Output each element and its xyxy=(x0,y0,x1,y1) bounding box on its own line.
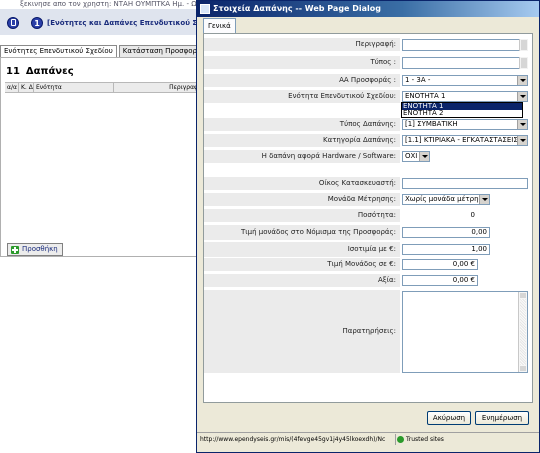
row-description: Περιγραφή: xyxy=(204,38,532,51)
chevron-down-icon[interactable] xyxy=(517,92,527,101)
unit-price-eur-value: 0,00 € xyxy=(402,259,478,270)
update-button[interactable]: Ενημέρωση xyxy=(475,411,529,425)
add-icon xyxy=(11,246,19,254)
unit-price-currency-label: Τιμή μονάδος στο Νόμισμα της Προσφοράς: xyxy=(204,225,400,240)
unit-value: Χωρίς μονάδα μέτρησης xyxy=(405,195,490,203)
row-value: Αξία: 0,00 € xyxy=(204,274,532,287)
offer-no-label: ΑΑ Προσφοράς : xyxy=(204,74,400,87)
chevron-down-icon[interactable] xyxy=(419,152,429,161)
dialog-title-bar[interactable]: Στοιχεία Δαπάνης -- Web Page Dialog xyxy=(197,1,539,17)
section-select[interactable]: ΕΝΟΤΗΤΑ 1 xyxy=(402,91,528,102)
type-field[interactable] xyxy=(402,57,528,69)
row-expense-type: Τύπος Δαπάνης: [1] ΣΥΜΒΑΤΙΚΗ xyxy=(204,118,532,131)
col-section[interactable]: Ενότητα xyxy=(34,83,114,92)
expense-type-value: [1] ΣΥΜΒΑΤΙΚΗ xyxy=(405,120,458,128)
offer-no-value: 1 - 3A - xyxy=(405,76,431,84)
hw-sw-label: Η δαπάνη αφορά Hardware / Software: xyxy=(204,150,400,163)
row-remarks: Παρατηρήσεις: xyxy=(204,290,532,373)
unit-label: Μονάδα Μέτρησης: xyxy=(204,193,400,206)
document-icon xyxy=(11,19,16,26)
status-bar: http://www.ependyseis.gr/mis/(4fevge45gv… xyxy=(197,432,539,446)
row-category: Κατηγορία Δαπάνης: [1.1] ΚΤΙΡΙΑΚΑ - ΕΓΚΑ… xyxy=(204,134,532,147)
remarks-textarea[interactable] xyxy=(402,291,528,373)
add-expense-label: Προσθήκη xyxy=(22,245,58,253)
category-value: [1.1] ΚΤΙΡΙΑΚΑ - ΕΓΚΑΤΑΣΤΑΣΕΙΣ ΚΤΙΡ xyxy=(405,136,528,144)
row-manufacturer: Οίκος Κατασκευαστή: xyxy=(204,177,532,190)
hw-sw-select[interactable]: ΟΧΙ xyxy=(402,151,430,162)
description-label: Περιγραφή: xyxy=(204,38,400,51)
chevron-down-icon[interactable] xyxy=(479,195,489,204)
row-rate: Ισοτιμία με €: 1,00 xyxy=(204,242,532,257)
row-unit-price-eur: Τιμή Μονάδος σε €: 0,00 € xyxy=(204,258,532,271)
rate-label: Ισοτιμία με €: xyxy=(204,242,400,257)
add-expense-button[interactable]: Προσθήκη xyxy=(7,243,63,256)
type-input[interactable] xyxy=(402,57,528,69)
dialog-title: Στοιχεία Δαπάνης -- Web Page Dialog xyxy=(213,4,382,13)
expense-dialog: Στοιχεία Δαπάνης -- Web Page Dialog Γενι… xyxy=(196,0,540,453)
remarks-scrollbar[interactable] xyxy=(518,292,527,372)
value-amount: 0,00 € xyxy=(402,275,478,286)
section-dropdown-list: ΕΝΟΤΗΤΑ 1 ΕΝΟΤΗΤΑ 2 xyxy=(401,102,523,118)
col-description[interactable]: Περιγραφ xyxy=(114,83,200,92)
expense-type-select[interactable]: [1] ΣΥΜΒΑΤΙΚΗ xyxy=(402,119,528,130)
row-quantity: Ποσότητα: 0 xyxy=(204,209,532,222)
chevron-down-icon[interactable] xyxy=(517,120,527,129)
tab-sections[interactable]: Ενότητες Επενδυτικού Σχεδίου xyxy=(0,45,117,57)
description-scrollbar[interactable] xyxy=(519,39,528,51)
category-select[interactable]: [1.1] ΚΤΙΡΙΑΚΑ - ΕΓΚΑΤΑΣΤΑΣΕΙΣ ΚΤΙΡ xyxy=(402,135,528,146)
row-offer-no: ΑΑ Προσφοράς : 1 - 3A - xyxy=(204,74,532,87)
rate-input[interactable]: 1,00 xyxy=(402,244,490,255)
window-icon xyxy=(200,4,210,14)
remarks-label: Παρατηρήσεις: xyxy=(204,290,400,373)
quantity-input[interactable]: 0 xyxy=(402,210,478,221)
background-tabs: Ενότητες Επενδυτικού Σχεδίου Κατάσταση Π… xyxy=(0,45,213,57)
unit-price-currency-input[interactable]: 0,00 xyxy=(402,227,490,238)
status-zone: Trusted sites xyxy=(406,436,444,443)
status-divider xyxy=(395,434,396,445)
tab-general[interactable]: Γενικά xyxy=(203,18,236,34)
section-option-2[interactable]: ΕΝΟΤΗΤΑ 2 xyxy=(402,110,522,117)
unit-price-eur-label: Τιμή Μονάδος σε €: xyxy=(204,258,400,271)
chevron-down-icon[interactable] xyxy=(517,136,527,145)
category-label: Κατηγορία Δαπάνης: xyxy=(204,134,400,147)
description-field[interactable] xyxy=(402,39,528,51)
expenses-title: Δαπάνες xyxy=(25,66,74,77)
row-type: Τύπος : xyxy=(204,56,532,69)
row-unit-price-currency: Τιμή μονάδος στο Νόμισμα της Προσφοράς: … xyxy=(204,225,532,240)
section-label: Ενότητα Επενδυτικού Σχεδίου: xyxy=(204,90,400,103)
step-badge: 1 xyxy=(31,17,43,29)
expense-type-label: Τύπος Δαπάνης: xyxy=(204,118,400,131)
expenses-grid-header: α/α Κ. Δ Ενότητα Περιγραφ xyxy=(5,82,200,93)
status-url: http://www.ependyseis.gr/mis/(4fevge45gv… xyxy=(200,436,386,443)
dialog-tabs: Γενικά xyxy=(203,18,236,34)
trusted-sites-icon xyxy=(397,436,404,443)
type-scrollbar[interactable] xyxy=(519,57,528,69)
col-kd[interactable]: Κ. Δ xyxy=(19,83,34,92)
offer-no-select[interactable]: 1 - 3A - xyxy=(402,75,528,86)
dialog-form: Περιγραφή: Τύπος : ΑΑ Προσφοράς : 1 - 3A… xyxy=(203,33,533,403)
cancel-button[interactable]: Ακύρωση xyxy=(427,411,471,425)
chevron-down-icon[interactable] xyxy=(517,76,527,85)
manufacturer-label: Οίκος Κατασκευαστή: xyxy=(204,177,400,190)
quantity-label: Ποσότητα: xyxy=(204,209,400,222)
unit-select[interactable]: Χωρίς μονάδα μέτρησης xyxy=(402,194,490,205)
value-label: Αξία: xyxy=(204,274,400,287)
type-label: Τύπος : xyxy=(204,56,400,69)
row-hw-sw: Η δαπάνη αφορά Hardware / Software: ΟΧΙ xyxy=(204,150,532,163)
section-value: ΕΝΟΤΗΤΑ 1 xyxy=(405,92,446,100)
row-unit: Μονάδα Μέτρησης: Χωρίς μονάδα μέτρησης xyxy=(204,193,532,206)
manufacturer-input[interactable] xyxy=(402,178,528,189)
hw-sw-value: ΟΧΙ xyxy=(405,152,418,160)
expenses-count: 11 xyxy=(6,66,20,77)
expenses-heading: 11 Δαπάνες xyxy=(6,66,80,77)
col-aa[interactable]: α/α xyxy=(5,83,19,92)
description-input[interactable] xyxy=(402,39,528,51)
home-button[interactable] xyxy=(7,17,19,29)
